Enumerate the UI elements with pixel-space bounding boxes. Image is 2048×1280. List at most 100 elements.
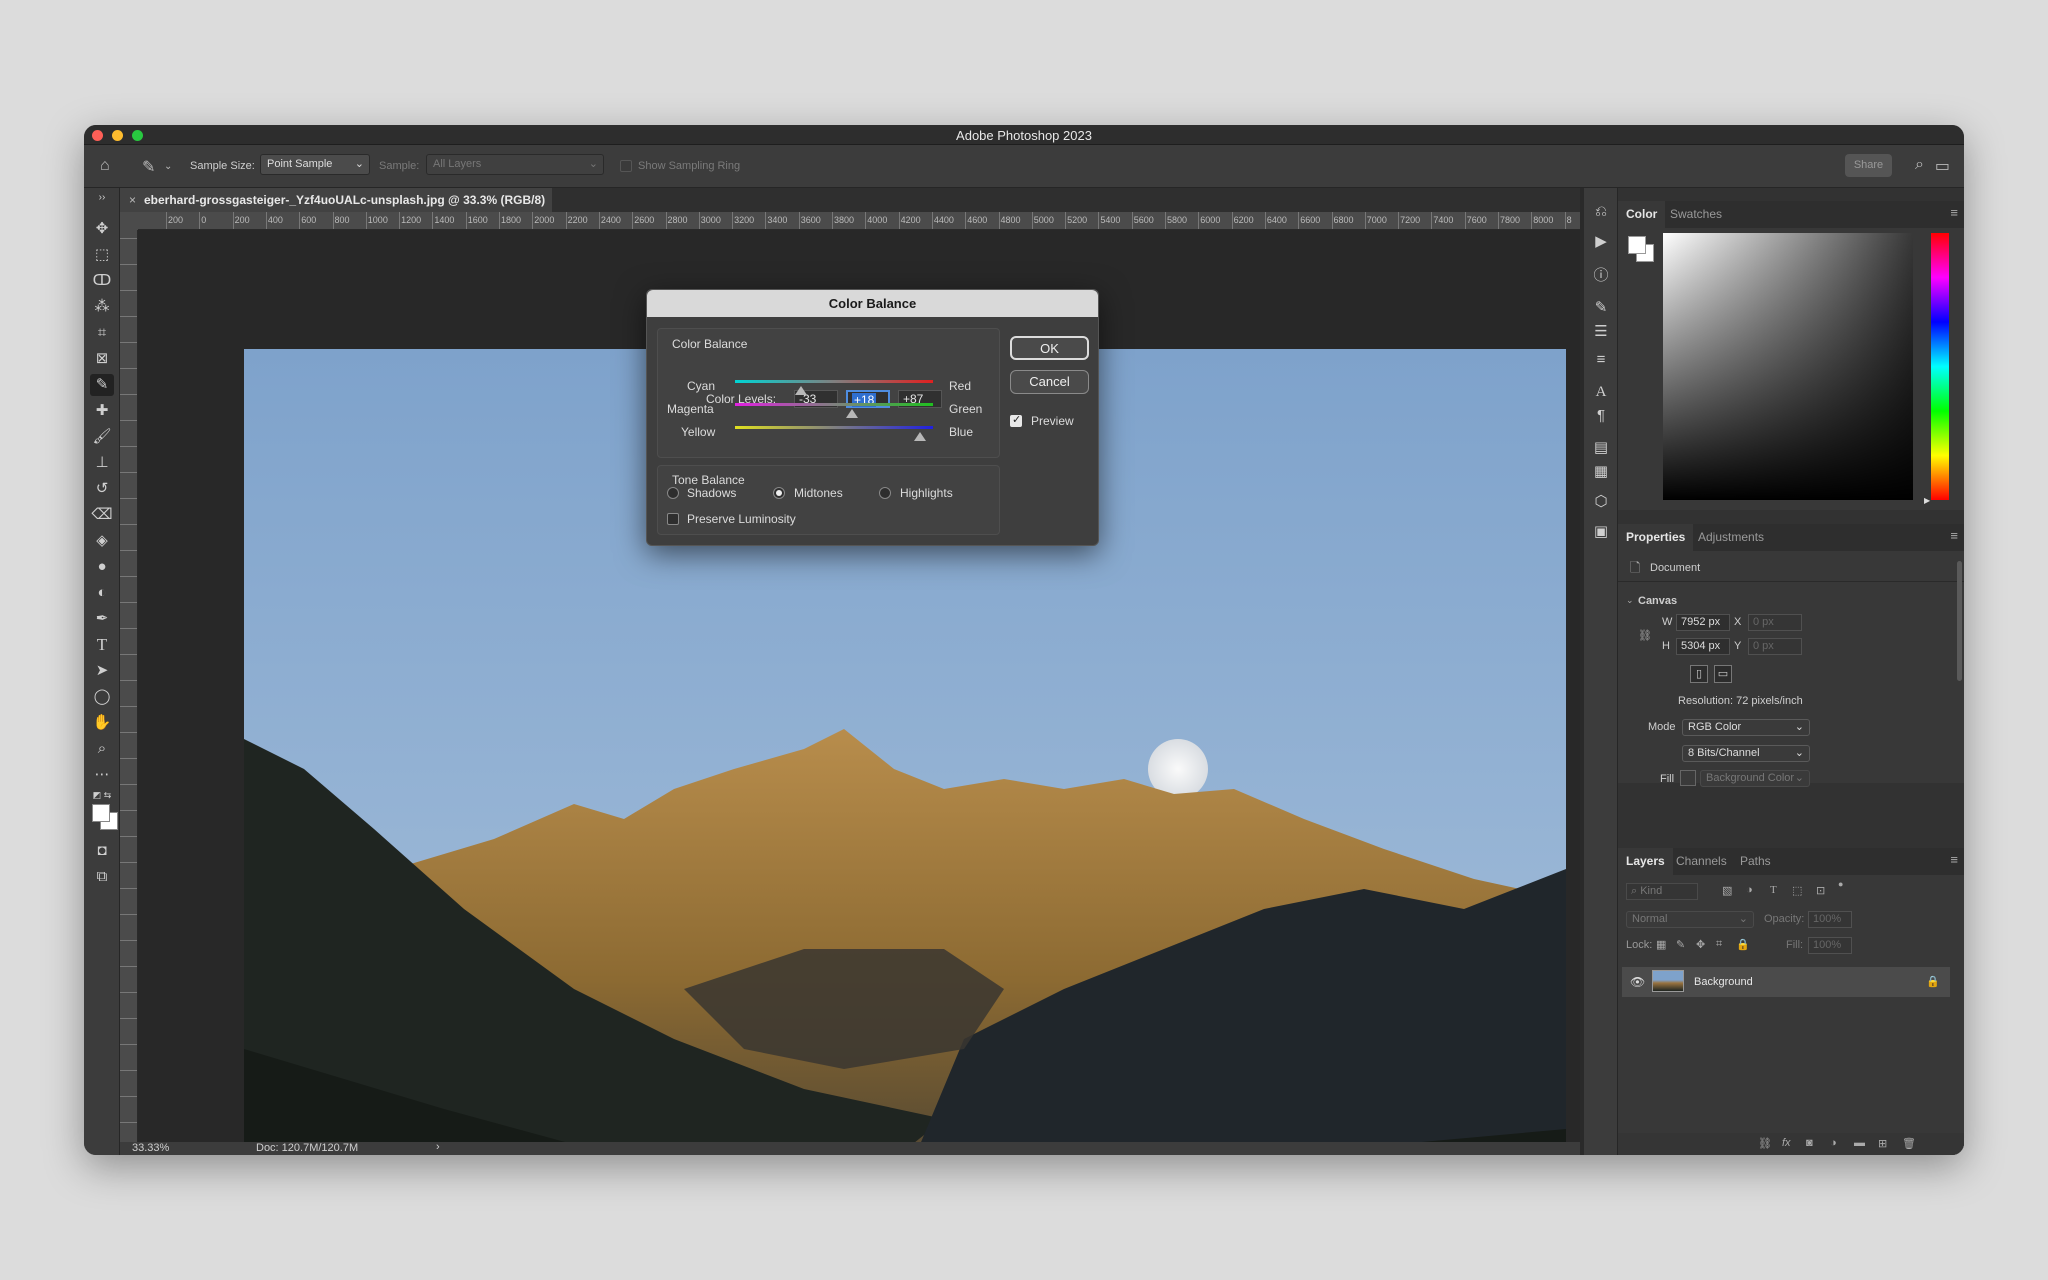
magic-wand-tool-icon[interactable]: ⁂	[90, 296, 114, 318]
panel-menu-icon[interactable]: ≡	[1950, 852, 1958, 867]
history-icon[interactable]: ⎌	[1591, 202, 1611, 222]
magenta-green-slider-thumb[interactable]	[845, 409, 858, 418]
paint-bucket-tool-icon[interactable]: ◈	[90, 530, 114, 552]
3d-cube-icon[interactable]: ⬡	[1591, 492, 1611, 512]
character-icon[interactable]: A	[1591, 382, 1611, 402]
ok-button[interactable]: OK	[1010, 336, 1089, 360]
bit-depth-select[interactable]: 8 Bits/Channel ⌄	[1682, 745, 1810, 762]
pixel-layer-filter-icon[interactable]: ▧	[1722, 884, 1732, 897]
link-layers-icon[interactable]: ⛓	[1758, 1137, 1772, 1150]
vertical-ruler[interactable]	[120, 230, 138, 1149]
opacity-field[interactable]: 100%	[1808, 911, 1852, 928]
mode-select[interactable]: RGB Color ⌄	[1682, 719, 1810, 736]
lock-artboard-icon[interactable]: ⌗	[1716, 938, 1722, 951]
cancel-button[interactable]: Cancel	[1010, 370, 1089, 394]
layer-fill-field[interactable]: 100%	[1808, 937, 1852, 954]
collapse-toolbar-icon[interactable]: ››	[90, 192, 114, 204]
history-brush-tool-icon[interactable]: ↺	[90, 478, 114, 500]
stamp-tool-icon[interactable]: ⊥	[90, 452, 114, 474]
canvas-width-field[interactable]: 7952 px	[1676, 614, 1730, 631]
show-sampling-ring-checkbox[interactable]	[620, 160, 632, 172]
lock-image-icon[interactable]: ✎	[1676, 938, 1685, 951]
actions-play-icon[interactable]: ▶	[1591, 232, 1611, 252]
new-adjustment-layer-icon[interactable]: ◑	[1830, 1137, 1837, 1149]
ruler-origin[interactable]	[120, 212, 138, 230]
close-document-icon[interactable]: ×	[129, 188, 136, 212]
blur-tool-icon[interactable]: ●	[90, 556, 114, 578]
tab-adjustments[interactable]: Adjustments	[1690, 524, 1772, 551]
blend-mode-select[interactable]: Normal ⌄	[1626, 911, 1754, 928]
dialog-title[interactable]: Color Balance	[647, 290, 1098, 317]
panel-menu-icon[interactable]: ≡	[1950, 528, 1958, 543]
fill-select[interactable]: Background Color ⌄	[1700, 770, 1810, 787]
foreground-color-swatch[interactable]	[92, 804, 110, 822]
delete-layer-trash-icon[interactable]: 🗑	[1902, 1137, 1916, 1150]
type-tool-icon[interactable]: T	[90, 634, 114, 656]
new-layer-icon[interactable]: ⊞	[1878, 1137, 1887, 1150]
layer-comps-icon[interactable]: ≡	[1591, 350, 1611, 370]
share-button[interactable]: Share	[1845, 154, 1892, 177]
tab-layers[interactable]: Layers	[1618, 848, 1673, 875]
frame-tool-icon[interactable]: ⊠	[90, 348, 114, 370]
tab-swatches[interactable]: Swatches	[1662, 201, 1730, 228]
sample-select[interactable]: All Layers ⌄	[426, 154, 604, 175]
preserve-luminosity-checkbox[interactable]	[667, 513, 679, 525]
adjustments-sliders-icon[interactable]: ☰	[1591, 322, 1611, 342]
search-icon[interactable]: ⌕	[1915, 156, 1924, 174]
cyan-red-slider-track[interactable]	[735, 380, 933, 383]
yellow-blue-slider-thumb[interactable]	[914, 432, 927, 441]
canvas-y-field[interactable]: 0 px	[1748, 638, 1802, 655]
preview-checkbox[interactable]	[1010, 413, 1022, 427]
move-tool-icon[interactable]: ✥	[90, 218, 114, 240]
hue-slider[interactable]	[1931, 233, 1949, 500]
status-menu-arrow-icon[interactable]: ›	[436, 1141, 440, 1153]
more-tools-icon[interactable]: ⋯	[90, 764, 114, 786]
horizontal-ruler[interactable]: 200 0 200 400 600 800 1000 1200 1400 1600 1800 2000…	[138, 212, 1580, 230]
tab-paths[interactable]: Paths	[1732, 848, 1779, 875]
zoom-level[interactable]: 33.33%	[132, 1142, 169, 1154]
hand-tool-icon[interactable]: ✋	[90, 712, 114, 734]
type-layer-filter-icon[interactable]: T	[1770, 884, 1777, 896]
brush-tool-icon[interactable]: 🖌	[90, 426, 114, 448]
color-field[interactable]	[1663, 233, 1913, 500]
ellipse-tool-icon[interactable]: ◯	[90, 686, 114, 708]
landscape-orientation-icon[interactable]: ▭	[1714, 665, 1732, 683]
foreground-color-chip[interactable]	[1628, 236, 1646, 254]
smart-object-filter-icon[interactable]: ⊡	[1816, 884, 1825, 897]
screen-mode-icon[interactable]: ⧉	[90, 866, 114, 888]
cyan-red-slider-thumb[interactable]	[795, 386, 808, 395]
midtones-radio[interactable]	[773, 487, 785, 499]
zoom-tool-icon[interactable]: ⌕	[90, 738, 114, 760]
adjustment-layer-filter-icon[interactable]: ◑	[1746, 884, 1753, 896]
eyedropper-tool-icon[interactable]: ✎	[142, 157, 155, 177]
tab-color[interactable]: Color	[1618, 201, 1666, 228]
chevron-down-icon[interactable]: ⌄	[1626, 595, 1634, 606]
yellow-blue-slider-track[interactable]	[735, 426, 933, 429]
crop-tool-icon[interactable]: ⌗	[90, 322, 114, 344]
layer-kind-filter[interactable]: ⌕ Kind	[1626, 883, 1698, 900]
eyedropper-tool-button[interactable]: ✎	[90, 374, 114, 396]
add-mask-icon[interactable]: ◙	[1806, 1137, 1813, 1149]
magenta-green-slider-track[interactable]	[735, 403, 933, 406]
healing-brush-tool-icon[interactable]: ✚	[90, 400, 114, 422]
default-colors-icon[interactable]: ◩ ⇆	[90, 788, 114, 802]
portrait-orientation-icon[interactable]: ▯	[1690, 665, 1708, 683]
sample-size-select[interactable]: Point Sample ⌄	[260, 154, 370, 175]
tool-preset-chevron-icon[interactable]: ⌄	[164, 161, 172, 172]
filter-toggle-icon[interactable]: ●	[1838, 879, 1843, 889]
notes-icon[interactable]: ▦	[1591, 462, 1611, 482]
timeline-icon[interactable]: ▣	[1591, 522, 1611, 542]
shape-layer-filter-icon[interactable]: ⬚	[1792, 884, 1802, 897]
marquee-tool-icon[interactable]: ⬚	[90, 244, 114, 266]
lasso-tool-icon[interactable]: ↀ	[90, 270, 114, 292]
layer-lock-icon[interactable]: 🔒	[1926, 975, 1940, 988]
lock-transparent-icon[interactable]: ▦	[1656, 938, 1666, 951]
workspace-layout-icon[interactable]: ▭	[1935, 156, 1950, 176]
layer-row-background[interactable]: 👁 Background 🔒	[1622, 967, 1950, 997]
info-icon[interactable]: ⓘ	[1591, 266, 1611, 286]
fill-color-swatch[interactable]	[1680, 770, 1696, 786]
dodge-tool-icon[interactable]: ◐	[90, 582, 114, 604]
lock-all-icon[interactable]: 🔒	[1736, 938, 1750, 951]
panel-menu-icon[interactable]: ≡	[1950, 205, 1958, 220]
eye-visibility-icon[interactable]: 👁	[1630, 975, 1645, 989]
